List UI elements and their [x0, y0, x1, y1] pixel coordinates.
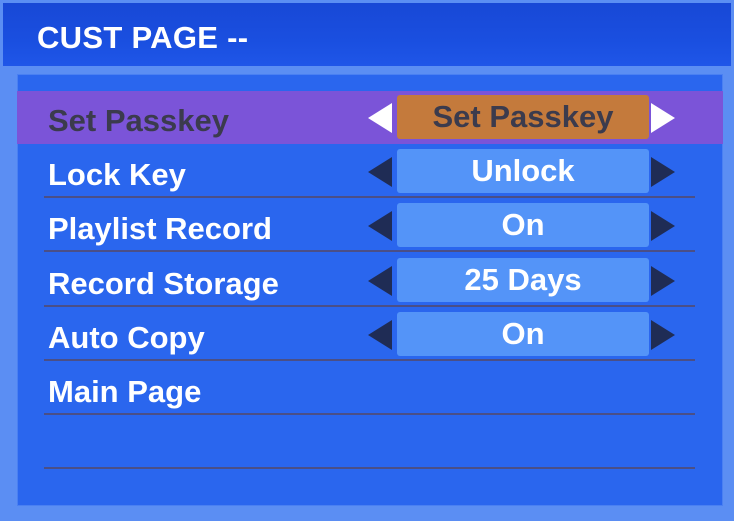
triangle-left-icon[interactable] — [368, 320, 392, 350]
menu-item-value[interactable]: Set Passkey — [397, 95, 649, 139]
menu-item-lock-key[interactable]: Lock Key Unlock — [17, 145, 723, 198]
triangle-right-icon[interactable] — [651, 103, 675, 133]
menu-item-value[interactable]: On — [397, 312, 649, 356]
menu-item-playlist-record[interactable]: Playlist Record On — [17, 199, 723, 252]
menu-item-label: Record Storage — [48, 266, 279, 301]
triangle-left-icon[interactable] — [368, 103, 392, 133]
row-divider — [44, 467, 695, 469]
menu-item-set-passkey[interactable]: Set Passkey Set Passkey — [17, 91, 723, 144]
row-divider — [44, 359, 695, 361]
empty-row — [17, 416, 723, 469]
menu-item-auto-copy[interactable]: Auto Copy On — [17, 308, 723, 361]
menu-item-label: Main Page — [48, 374, 202, 409]
triangle-right-icon[interactable] — [651, 211, 675, 241]
menu-item-label: Set Passkey — [48, 103, 229, 138]
menu-item-label: Auto Copy — [48, 320, 205, 355]
row-divider — [44, 305, 695, 307]
triangle-right-icon[interactable] — [651, 157, 675, 187]
menu-item-label: Playlist Record — [48, 211, 272, 246]
menu-item-value[interactable]: Unlock — [397, 149, 649, 193]
triangle-right-icon[interactable] — [651, 266, 675, 296]
menu-item-label: Lock Key — [48, 157, 186, 192]
row-divider — [44, 250, 695, 252]
menu-item-value[interactable]: 25 Days — [397, 258, 649, 302]
triangle-left-icon[interactable] — [368, 211, 392, 241]
menu-item-record-storage[interactable]: Record Storage 25 Days — [17, 254, 723, 307]
osd-screen: CUST PAGE -- Set Passkey Set Passkey Loc… — [0, 0, 734, 521]
triangle-left-icon[interactable] — [368, 157, 392, 187]
page-title: CUST PAGE -- — [37, 20, 249, 55]
triangle-right-icon[interactable] — [651, 320, 675, 350]
triangle-left-icon[interactable] — [368, 266, 392, 296]
menu-item-value[interactable]: On — [397, 203, 649, 247]
menu-panel: Set Passkey Set Passkey Lock Key Unlock … — [17, 74, 723, 506]
title-bar: CUST PAGE -- — [3, 3, 731, 66]
menu-item-main-page[interactable]: Main Page — [17, 362, 723, 415]
row-divider — [44, 413, 695, 415]
row-divider — [44, 196, 695, 198]
